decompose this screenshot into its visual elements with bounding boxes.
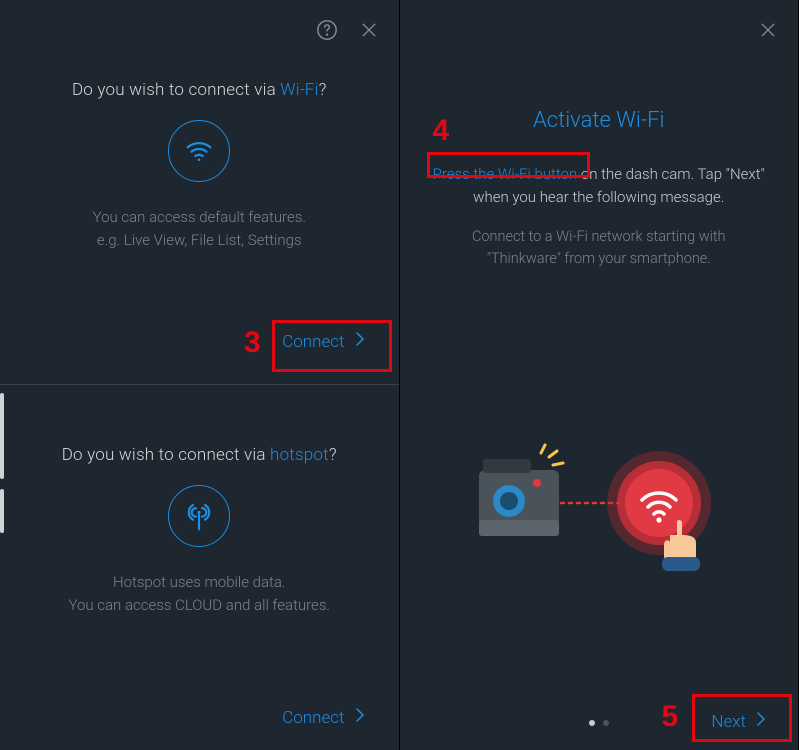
chevron-right-icon [355,331,365,352]
wifi-desc-2: e.g. Live View, File List, Settings [93,229,306,252]
close-icon[interactable] [756,18,780,42]
dot-2 [603,720,609,726]
hotspot-connect-button[interactable]: Connect [272,699,374,736]
wifi-icon [184,136,214,166]
wifi-connect-row: Connect [0,323,399,374]
left-topbar [0,0,399,60]
wifi-section: Do you wish to connect via Wi-Fi? You ca… [0,60,399,251]
hotspot-desc-2: You can access CLOUD and all features. [68,594,330,617]
right-pane: Activate Wi-Fi Press the Wi-Fi button on… [400,0,799,750]
wifi-connect-button[interactable]: Connect [272,323,374,360]
close-icon[interactable] [357,18,381,42]
next-label: Next [711,712,746,732]
wifi-desc-1: You can access default features. [93,206,306,229]
hotspot-icon-circle [168,485,230,547]
hotspot-prompt: Do you wish to connect via hotspot? [62,445,337,465]
activate-instruction: Press the Wi-Fi button on the dash cam. … [400,163,799,208]
hotspot-prompt-accent: hotspot [270,445,329,465]
wifi-icon-circle [168,120,230,182]
step-number-5: 5 [662,700,679,734]
activate-title: Activate Wi-Fi [400,108,799,133]
hotspot-connect-row: Connect [0,699,399,750]
hotspot-section: Do you wish to connect via hotspot? Hots… [0,385,399,616]
hotspot-prompt-post: ? [329,445,337,465]
wifi-prompt-pre: Do you wish to connect via [72,80,280,100]
hotspot-desc-1: Hotspot uses mobile data. [68,571,330,594]
instr-accent: Press the Wi-Fi button [433,165,578,183]
hotspot-icon [184,499,214,533]
activate-subtext: Connect to a Wi-Fi network starting with… [400,226,799,270]
next-wrap: Next [701,703,776,740]
wifi-prompt: Do you wish to connect via Wi-Fi? [72,80,327,100]
hotspot-connect-label: Connect [282,708,344,728]
step-number-3: 3 [244,326,261,360]
left-pane: Do you wish to connect via Wi-Fi? You ca… [0,0,400,750]
hotspot-prompt-pre: Do you wish to connect via [62,445,270,465]
wifi-prompt-post: ? [319,80,327,100]
chevron-right-icon [756,711,766,732]
wifi-desc: You can access default features. e.g. Li… [93,206,306,251]
help-icon[interactable] [315,18,339,42]
dashcam-illustration [400,270,799,750]
next-button[interactable]: Next [701,703,776,740]
step-number-4: 4 [433,114,450,148]
right-topbar [400,0,799,60]
dot-1 [589,720,595,726]
wifi-connect-label: Connect [282,332,344,352]
dashcam-wifi-graphic [469,425,729,595]
hotspot-desc: Hotspot uses mobile data. You can access… [68,571,330,616]
chevron-right-icon [355,707,365,728]
wifi-prompt-accent: Wi-Fi [280,80,318,100]
